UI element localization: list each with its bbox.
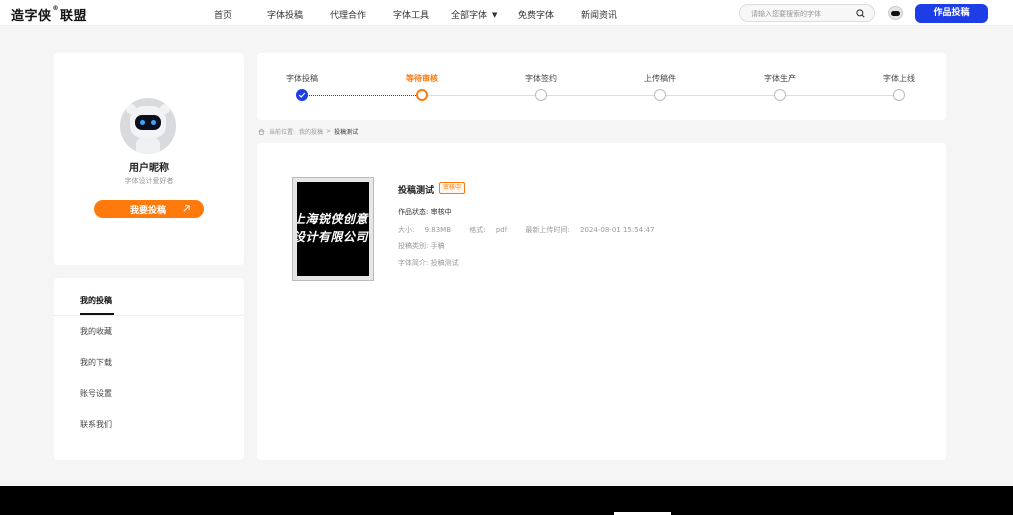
- submission-meta: 大小: 9.83MB 格式: pdf 最新上传时间: 2024-08-01 15…: [398, 225, 670, 235]
- menu-item-my-submissions[interactable]: 我的投稿: [80, 295, 112, 306]
- arrow-up-right-icon: [183, 205, 190, 212]
- user-avatar-icon[interactable]: [888, 6, 903, 20]
- menu-item-contact-us[interactable]: 联系我们: [80, 419, 112, 430]
- home-icon: [258, 128, 265, 135]
- profile-card: 用户昵称 字体设计爱好者 我要投稿: [54, 53, 244, 265]
- step-label-upload: 上传稿件: [644, 74, 676, 83]
- category-value: 手稿: [430, 242, 445, 250]
- robot-avatar-icon: [120, 98, 176, 154]
- nav-item-news[interactable]: 新闻资讯: [581, 8, 617, 21]
- thumbnail-art-line: 设计有限公司: [297, 230, 369, 244]
- nav-label: 新闻资讯: [581, 11, 618, 21]
- category-label: 投稿类别:: [398, 242, 429, 250]
- step-circle-pending: [535, 89, 547, 101]
- step-label-submission: 字体投稿: [286, 74, 318, 83]
- updated-value: 2024-08-01 15:54:47: [580, 226, 655, 234]
- nav-label: 首页: [214, 11, 233, 21]
- step-label-production: 字体生产: [764, 74, 796, 83]
- step-label-contract: 字体签约: [525, 74, 557, 83]
- status-badge: 审核中: [439, 182, 466, 194]
- nav-item-free-fonts[interactable]: 免费字体: [518, 8, 554, 21]
- logo-text: 造字侠: [11, 9, 52, 24]
- breadcrumb-separator: >: [326, 128, 332, 135]
- top-header: 造字侠 ® 联盟 首页 字体投稿 代理合作 字体工具 全部字体 ▼ 免费字体 新闻…: [0, 0, 1013, 26]
- progress-steps: 字体投稿 等待审核 字体签约 上传稿件 字体生产 字体上线: [257, 53, 946, 120]
- menu-item-my-downloads[interactable]: 我的下载: [80, 357, 112, 368]
- size-label: 大小:: [398, 226, 415, 234]
- submission-title: 投稿测试: [398, 186, 435, 196]
- breadcrumb-link-my-submissions[interactable]: 我的投稿: [299, 127, 323, 136]
- format-value: pdf: [495, 226, 508, 234]
- user-description: 字体设计爱好者: [124, 177, 174, 185]
- nav-item-all-fonts[interactable]: 全部字体 ▼: [451, 8, 497, 21]
- menu-divider: [54, 315, 244, 316]
- logo-suffix: 联盟: [60, 9, 88, 24]
- nav-item-agency[interactable]: 代理合作: [330, 8, 366, 21]
- submission-detail: 上海锐侠创意 设计有限公司 投稿测试 审核中 作品状态: 审核中 大小: 9.8…: [257, 143, 946, 460]
- nav-label: 代理合作: [330, 11, 367, 21]
- updated-label: 最新上传时间:: [525, 226, 570, 234]
- search-input[interactable]: 请输入您要搜索的字体: [751, 9, 821, 19]
- site-logo[interactable]: 造字侠 ® 联盟: [11, 5, 87, 24]
- nav-label: 字体投稿: [267, 11, 304, 21]
- my-submit-button[interactable]: 我要投稿: [94, 200, 204, 218]
- menu-item-my-favorites[interactable]: 我的收藏: [80, 326, 112, 337]
- side-menu: 我的投稿 我的收藏 我的下载 账号设置 联系我们: [54, 278, 244, 460]
- check-icon: [298, 92, 306, 98]
- status-label: 作品状态:: [398, 208, 429, 216]
- status-value: 审核中: [430, 208, 452, 216]
- nav-label: 字体工具: [393, 11, 430, 21]
- step-circle-pending: [893, 89, 905, 101]
- format-label: 格式:: [469, 226, 486, 234]
- menu-item-account-settings[interactable]: 账号设置: [80, 388, 112, 399]
- updated-info: 最新上传时间: 2024-08-01 15:54:47: [525, 226, 662, 234]
- submission-intro: 字体简介: 投稿测试: [398, 258, 459, 268]
- intro-label: 字体简介:: [398, 259, 429, 267]
- step-circle-current: [416, 89, 428, 101]
- submission-status: 作品状态: 审核中: [398, 207, 452, 217]
- user-nickname: 用户昵称: [129, 163, 169, 174]
- step-label-online: 字体上线: [883, 74, 915, 83]
- intro-value: 投稿测试: [430, 259, 459, 267]
- format-info: 格式: pdf: [469, 226, 515, 234]
- nav-label: 全部字体: [451, 11, 488, 21]
- step-label-review: 等待审核: [406, 74, 438, 83]
- step-circle-pending: [774, 89, 786, 101]
- nav-item-font-submission[interactable]: 字体投稿: [267, 8, 303, 21]
- search-box[interactable]: 请输入您要搜索的字体: [739, 4, 875, 22]
- search-icon[interactable]: [856, 9, 865, 18]
- nav-item-font-tools[interactable]: 字体工具: [393, 8, 429, 21]
- thumbnail-art-line: 上海锐侠创意: [297, 212, 369, 226]
- submission-category: 投稿类别: 手稿: [398, 241, 445, 251]
- page-footer: [0, 486, 1013, 515]
- header-submit-work-button[interactable]: 作品投稿: [915, 4, 988, 23]
- step-circle-pending: [654, 89, 666, 101]
- step-connector-done: [302, 95, 422, 96]
- breadcrumb: 当前位置: 我的投稿 > 投稿测试: [258, 127, 358, 136]
- chevron-down-icon: ▼: [492, 11, 498, 19]
- size-value: 9.83MB: [424, 226, 452, 234]
- nav-item-home[interactable]: 首页: [214, 8, 232, 21]
- logo-registered-mark: ®: [52, 5, 60, 12]
- submission-thumbnail[interactable]: 上海锐侠创意 设计有限公司: [292, 177, 374, 281]
- step-circle-done: [296, 89, 308, 101]
- nav-label: 免费字体: [518, 11, 555, 21]
- my-submit-label: 我要投稿: [130, 206, 167, 216]
- breadcrumb-prefix: 当前位置:: [269, 129, 296, 136]
- breadcrumb-current: 投稿测试: [334, 129, 359, 136]
- size-info: 大小: 9.83MB: [398, 226, 459, 234]
